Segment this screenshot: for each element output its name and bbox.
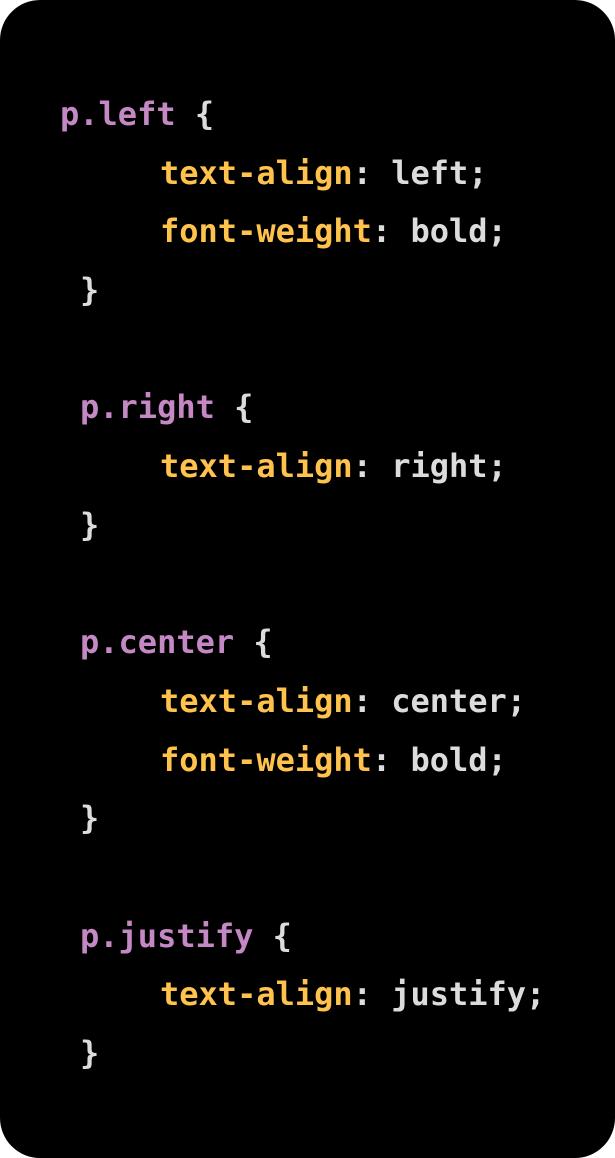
css-value: bold bbox=[410, 212, 488, 251]
css-value: left bbox=[391, 153, 469, 192]
colon: : bbox=[352, 681, 392, 720]
css-rule-close-line: } bbox=[0, 789, 615, 848]
css-value: bold bbox=[410, 740, 488, 779]
css-rule-selector-line: p.center { bbox=[0, 613, 615, 672]
css-value: justify bbox=[391, 975, 527, 1014]
semicolon: ; bbox=[487, 740, 507, 779]
colon: : bbox=[352, 153, 392, 192]
css-selector: p.justify bbox=[80, 916, 254, 955]
css-rule-close-line: } bbox=[0, 1024, 615, 1083]
css-rule-close-line: } bbox=[0, 496, 615, 555]
css-selector: p.left bbox=[60, 95, 176, 133]
colon: : bbox=[371, 740, 411, 779]
semicolon: ; bbox=[487, 447, 507, 486]
close-brace: } bbox=[80, 1034, 100, 1072]
css-declaration-line: text-align: justify; bbox=[0, 965, 615, 1024]
css-selector: p.center bbox=[80, 623, 235, 662]
css-rule-selector-line: p.justify { bbox=[0, 907, 615, 966]
blank-line bbox=[0, 320, 615, 379]
css-declaration-line: text-align: left; bbox=[0, 144, 615, 203]
blank-line bbox=[0, 555, 615, 614]
blank-line bbox=[0, 848, 615, 907]
css-property: text-align bbox=[160, 681, 353, 720]
css-property: font-weight bbox=[160, 740, 372, 779]
code-snippet-card: p.left {text-align: left; font-weight: bo… bbox=[0, 0, 615, 1158]
semicolon: ; bbox=[506, 681, 527, 720]
css-rule-selector-line: p.right { bbox=[0, 378, 615, 437]
css-selector: p.right bbox=[80, 388, 215, 427]
colon: : bbox=[352, 447, 392, 486]
css-declaration-line: font-weight: bold; bbox=[0, 731, 615, 790]
close-brace: } bbox=[80, 505, 100, 544]
code-block: p.left {text-align: left; font-weight: bo… bbox=[0, 85, 615, 1083]
css-declaration-line: text-align: center; bbox=[0, 672, 615, 731]
semicolon: ; bbox=[487, 212, 507, 251]
semicolon: ; bbox=[526, 975, 546, 1014]
css-property: font-weight bbox=[160, 212, 372, 251]
open-brace: { bbox=[253, 623, 273, 662]
css-property: text-align bbox=[160, 153, 353, 192]
semicolon: ; bbox=[468, 153, 488, 192]
css-property: text-align bbox=[160, 975, 353, 1014]
open-brace: { bbox=[194, 95, 215, 133]
open-brace: { bbox=[234, 388, 254, 427]
css-value: center bbox=[391, 681, 507, 720]
css-value: right bbox=[391, 447, 488, 486]
open-brace: { bbox=[272, 916, 292, 955]
css-rule-close-line: } bbox=[0, 261, 615, 320]
colon: : bbox=[371, 212, 411, 251]
css-rule-selector-line: p.left { bbox=[0, 85, 615, 144]
close-brace: } bbox=[80, 799, 100, 838]
colon: : bbox=[352, 975, 392, 1014]
css-property: text-align bbox=[160, 447, 353, 486]
close-brace: } bbox=[80, 271, 100, 310]
css-declaration-line: font-weight: bold; bbox=[0, 202, 615, 261]
css-declaration-line: text-align: right; bbox=[0, 437, 615, 496]
